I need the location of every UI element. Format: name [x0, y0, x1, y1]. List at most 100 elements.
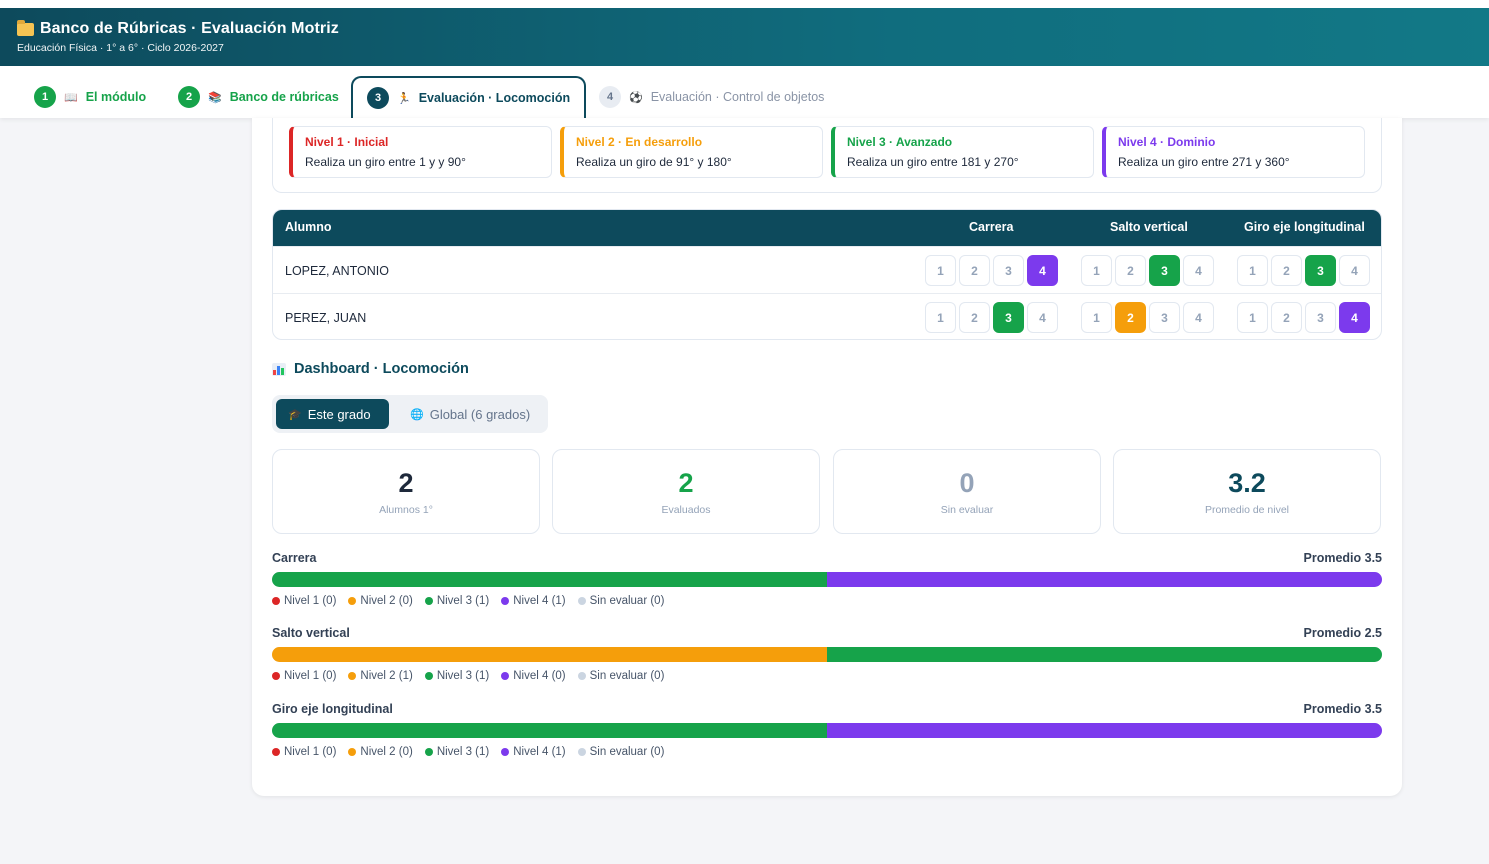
- level-button-1[interactable]: 1: [925, 302, 956, 333]
- books-icon: 📚: [208, 91, 222, 104]
- tab-number: 4: [599, 86, 621, 108]
- legend-label: Nivel 2 (0): [360, 746, 413, 758]
- criterion-name: Giro eje longitudinal: [272, 702, 393, 716]
- legend-dot-icon: [348, 748, 357, 756]
- top-strip: [0, 0, 1489, 8]
- level-button-3[interactable]: 3: [993, 255, 1024, 286]
- legend-item: Nivel 4 (0): [501, 670, 566, 682]
- legend-label: Nivel 2 (1): [360, 670, 413, 682]
- legend-dot-icon: [501, 597, 510, 605]
- tab-el-modulo[interactable]: 1 📖 El módulo: [20, 76, 160, 118]
- level-button-2[interactable]: 2: [1115, 255, 1146, 286]
- distribution-bar: [272, 572, 1382, 587]
- legend-item: Nivel 2 (0): [348, 746, 413, 758]
- legend-item: Sin evaluar (0): [577, 595, 665, 607]
- legend-label: Sin evaluar (0): [589, 670, 665, 682]
- tabs-bar: 1 📖 El módulo 2 📚 Banco de rúbricas 3 🏃 …: [0, 66, 1489, 118]
- level-button-2[interactable]: 2: [1271, 255, 1302, 286]
- tab-label: Evaluación · Locomoción: [418, 91, 571, 105]
- criterion-distribution: Salto vertical Promedio 2.5 Nivel 1 (0) Niv…: [272, 626, 1382, 682]
- level-title: Nivel 2 · En desarrollo: [576, 135, 703, 149]
- legend-label: Nivel 4 (1): [513, 595, 566, 607]
- criterion-header: Carrera Promedio 3.5: [272, 551, 1382, 565]
- criterion-header: Salto vertical Promedio 2.5: [272, 626, 1382, 640]
- toggle-global[interactable]: 🌐 Global (6 grados): [398, 399, 542, 429]
- legend-label: Nivel 4 (1): [513, 746, 566, 758]
- legend-label: Nivel 3 (1): [436, 746, 490, 758]
- legend-dot-icon: [577, 672, 586, 680]
- legend-item: Nivel 4 (1): [501, 595, 566, 607]
- legend-item: Nivel 1 (0): [272, 670, 336, 682]
- criterion-average: Promedio 3.5: [1303, 551, 1383, 565]
- level-button-1[interactable]: 1: [1081, 255, 1112, 286]
- level-title: Nivel 4 · Dominio: [1118, 135, 1216, 149]
- level-description: Realiza un giro entre 181 y 270°: [847, 155, 1019, 169]
- stat-card: 2 Evaluados: [552, 449, 820, 534]
- level-button-1[interactable]: 1: [1081, 302, 1112, 333]
- criterion-header: Giro eje longitudinal Promedio 3.5: [272, 702, 1382, 716]
- level-button-2[interactable]: 2: [959, 302, 990, 333]
- criterion-average: Promedio 2.5: [1303, 626, 1383, 640]
- level-button-4[interactable]: 4: [1339, 302, 1370, 333]
- level-card-4: Nivel 4 · Dominio Realiza un giro entre …: [1102, 126, 1365, 178]
- tab-label: El módulo: [85, 90, 147, 104]
- legend-label: Nivel 2 (0): [360, 595, 413, 607]
- tab-evaluacion-locomocion[interactable]: 3 🏃 Evaluación · Locomoción: [351, 76, 587, 118]
- tab-banco-rubricas[interactable]: 2 📚 Banco de rúbricas: [164, 76, 353, 118]
- level-button-4[interactable]: 4: [1339, 255, 1370, 286]
- toggle-label: Este grado: [307, 406, 371, 422]
- stat-card: 3.2 Promedio de nivel: [1113, 449, 1381, 534]
- evaluation-panel: Nivel 1 · Inicial Realiza un giro entre …: [252, 118, 1402, 796]
- level-button-1[interactable]: 1: [1237, 255, 1268, 286]
- legend-item: Nivel 1 (0): [272, 595, 336, 607]
- legend-item: Nivel 3 (1): [424, 595, 489, 607]
- bar-segment-level-2: [272, 647, 827, 662]
- level-button-2[interactable]: 2: [1271, 302, 1302, 333]
- stat-label: Evaluados: [661, 504, 711, 516]
- legend-dot-icon: [424, 597, 433, 605]
- legend-item: Sin evaluar (0): [577, 670, 665, 682]
- stat-label: Promedio de nivel: [1204, 504, 1290, 516]
- bar-segment-level-3: [272, 723, 827, 738]
- toggle-este-grado[interactable]: 🎓 Este grado: [276, 399, 389, 429]
- level-button-1[interactable]: 1: [1237, 302, 1268, 333]
- legend-dot-icon: [501, 748, 510, 756]
- dashboard-title: Dashboard · Locomoción: [272, 361, 469, 377]
- legend-label: Sin evaluar (0): [589, 595, 665, 607]
- level-button-3[interactable]: 3: [993, 302, 1024, 333]
- criterion-distribution: Carrera Promedio 3.5 Nivel 1 (0) Nivel 2 (0…: [272, 551, 1382, 607]
- level-button-3[interactable]: 3: [1305, 302, 1336, 333]
- level-button-3[interactable]: 3: [1149, 255, 1180, 286]
- bar-segment-level-3: [272, 572, 827, 587]
- distribution-bar: [272, 723, 1382, 738]
- level-button-4[interactable]: 4: [1183, 255, 1214, 286]
- bar-chart-icon: [272, 362, 286, 376]
- level-button-2[interactable]: 2: [1115, 302, 1146, 333]
- tab-number: 1: [34, 86, 56, 108]
- legend-label: Nivel 1 (0): [284, 670, 337, 682]
- level-button-3[interactable]: 3: [1305, 255, 1336, 286]
- bar-segment-level-4: [827, 572, 1382, 587]
- level-button-1[interactable]: 1: [925, 255, 956, 286]
- level-description: Realiza un giro entre 271 y 360°: [1118, 155, 1290, 169]
- level-button-4[interactable]: 4: [1027, 302, 1058, 333]
- legend-dot-icon: [424, 748, 433, 756]
- app-title-text: Banco de Rúbricas · Evaluación Motriz: [40, 20, 339, 37]
- criterion-name: Salto vertical: [272, 626, 350, 640]
- globe-icon: 🌐: [410, 408, 424, 421]
- tab-evaluacion-control-objetos[interactable]: 4 ⚽ Evaluación · Control de objetos: [585, 76, 838, 118]
- level-button-2[interactable]: 2: [959, 255, 990, 286]
- level-button-3[interactable]: 3: [1149, 302, 1180, 333]
- legend-dot-icon: [501, 672, 510, 680]
- bar-segment-level-4: [827, 723, 1382, 738]
- legend-item: Nivel 4 (1): [501, 746, 566, 758]
- table-row: PEREZ, JUAN 1 2 3 4 1 2 3 4 1 2 3 4: [273, 293, 1381, 339]
- legend-dot-icon: [272, 597, 280, 605]
- level-button-4[interactable]: 4: [1027, 255, 1058, 286]
- distribution-bar: [272, 647, 1382, 662]
- levels-legend: Nivel 1 · Inicial Realiza un giro entre …: [272, 118, 1382, 193]
- level-button-4[interactable]: 4: [1183, 302, 1214, 333]
- table-row: LOPEZ, ANTONIO 1 2 3 4 1 2 3 4 1 2 3 4: [273, 246, 1381, 293]
- level-selector: 1234: [1081, 255, 1214, 286]
- level-selector: 1234: [1237, 302, 1370, 333]
